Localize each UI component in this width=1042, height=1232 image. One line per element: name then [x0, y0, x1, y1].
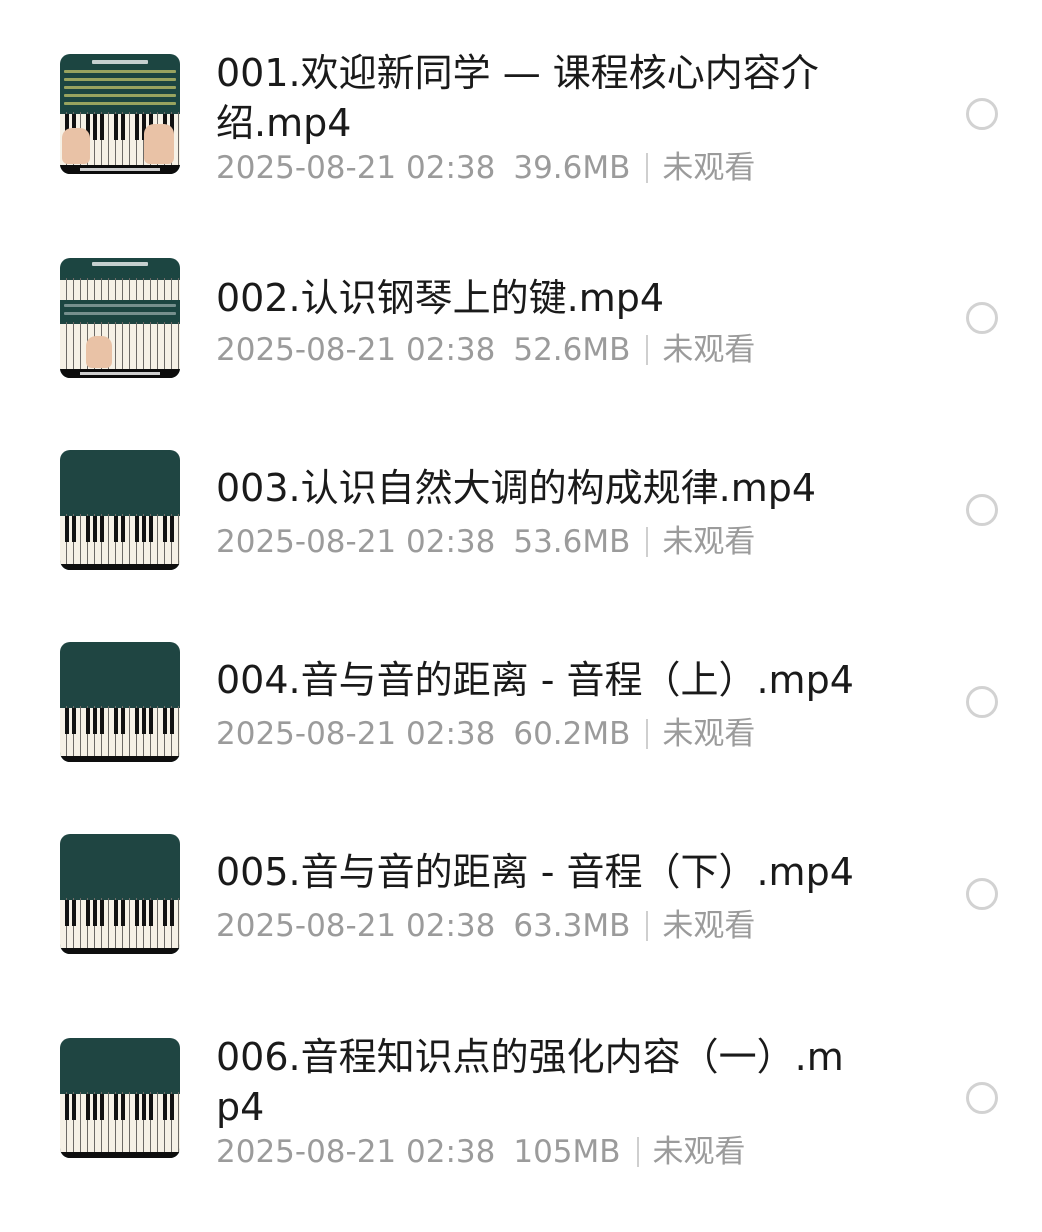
- video-thumbnail: [60, 834, 180, 954]
- list-item[interactable]: 003.认识自然大调的构成规律.mp4 2025-08-21 02:38 53.6…: [0, 400, 1042, 592]
- video-title: 003.认识自然大调的构成规律.mp4: [216, 466, 817, 510]
- video-title: 006.音程知识点的强化内容（一）.mp4: [216, 1035, 844, 1129]
- select-radio-icon[interactable]: [966, 302, 998, 334]
- watch-status: 未观看: [662, 150, 756, 186]
- video-date: 2025-08-21 02:38: [216, 1134, 496, 1170]
- video-file-list: 001.欢迎新同学 — 课程核心内容介绍.mp4 2025-08-21 02:3…: [0, 0, 1042, 1232]
- select-radio-icon[interactable]: [966, 1082, 998, 1114]
- video-meta: 2025-08-21 02:38 60.2MB 未观看: [216, 714, 755, 754]
- video-date: 2025-08-21 02:38: [216, 524, 496, 560]
- watch-status: 未观看: [662, 332, 756, 368]
- watch-status: 未观看: [662, 908, 756, 944]
- video-date: 2025-08-21 02:38: [216, 150, 496, 186]
- list-item[interactable]: 005.音与音的距离 - 音程（下）.mp4 2025-08-21 02:38 6…: [0, 784, 1042, 976]
- watch-status: 未观看: [662, 716, 756, 752]
- video-date: 2025-08-21 02:38: [216, 716, 496, 752]
- video-meta: 2025-08-21 02:38 52.6MB 未观看: [216, 330, 755, 370]
- video-size: 53.6MB: [513, 524, 631, 560]
- video-thumbnail: [60, 54, 180, 174]
- video-title: 001.欢迎新同学 — 课程核心内容介绍.mp4: [216, 51, 819, 145]
- watch-status: 未观看: [652, 1134, 746, 1170]
- select-radio-icon[interactable]: [966, 878, 998, 910]
- video-meta: 2025-08-21 02:38 63.3MB 未观看: [216, 906, 755, 946]
- video-meta: 2025-08-21 02:38 53.6MB 未观看: [216, 522, 755, 562]
- select-radio-icon[interactable]: [966, 494, 998, 526]
- video-meta: 2025-08-21 02:38 39.6MB 未观看: [216, 148, 755, 188]
- video-thumbnail: [60, 450, 180, 570]
- list-item[interactable]: 004.音与音的距离 - 音程（上）.mp4 2025-08-21 02:38 6…: [0, 592, 1042, 784]
- video-size: 105MB: [513, 1134, 621, 1170]
- video-size: 52.6MB: [513, 332, 631, 368]
- video-title: 004.音与音的距离 - 音程（上）.mp4: [216, 658, 854, 702]
- video-date: 2025-08-21 02:38: [216, 908, 496, 944]
- video-title: 002.认识钢琴上的键.mp4: [216, 276, 665, 320]
- video-thumbnail: [60, 642, 180, 762]
- video-thumbnail: [60, 1038, 180, 1158]
- select-radio-icon[interactable]: [966, 98, 998, 130]
- select-radio-icon[interactable]: [966, 686, 998, 718]
- video-title: 005.音与音的距离 - 音程（下）.mp4: [216, 850, 854, 894]
- watch-status: 未观看: [662, 524, 756, 560]
- video-date: 2025-08-21 02:38: [216, 332, 496, 368]
- video-meta: 2025-08-21 02:38 105MB 未观看: [216, 1132, 746, 1172]
- list-item[interactable]: 002.认识钢琴上的键.mp4 2025-08-21 02:38 52.6MB 未观…: [0, 210, 1042, 400]
- video-thumbnail: [60, 258, 180, 378]
- video-size: 39.6MB: [513, 150, 631, 186]
- video-size: 63.3MB: [513, 908, 631, 944]
- list-item[interactable]: 001.欢迎新同学 — 课程核心内容介绍.mp4 2025-08-21 02:3…: [0, 0, 1042, 210]
- list-item[interactable]: 006.音程知识点的强化内容（一）.mp4 2025-08-21 02:38 10…: [0, 976, 1042, 1232]
- video-size: 60.2MB: [513, 716, 631, 752]
